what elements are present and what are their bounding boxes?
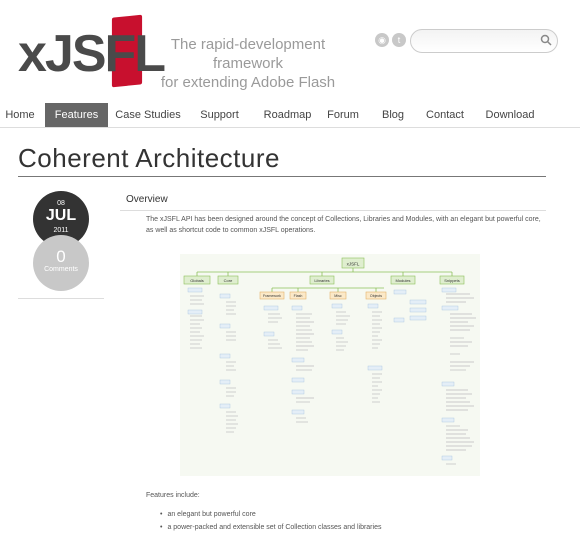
comment-label: Comments bbox=[44, 266, 78, 273]
nav-support[interactable]: Support bbox=[192, 103, 247, 127]
date-day: 08 bbox=[57, 200, 65, 207]
nav-download[interactable]: Download bbox=[480, 103, 540, 127]
diagram-root: xJSFL bbox=[347, 262, 360, 267]
rss-icon[interactable]: ◉ bbox=[375, 33, 389, 47]
nav-features[interactable]: Features bbox=[45, 103, 108, 127]
tagline-line-1: The rapid-development framework bbox=[170, 36, 326, 72]
features-label: Features include: bbox=[146, 492, 200, 499]
section-title: Overview bbox=[126, 194, 168, 205]
diagram-branch-globals: Globals bbox=[190, 278, 204, 283]
sidebar-divider bbox=[18, 298, 104, 299]
date-month: JUL bbox=[45, 207, 77, 224]
site-header: xJSFL The rapid-development framework fo… bbox=[0, 0, 580, 100]
nav-contact[interactable]: Contact bbox=[420, 103, 470, 127]
tagline-line-2: for extending Adobe Flash bbox=[160, 74, 336, 91]
logo-text[interactable]: xJSFL bbox=[18, 28, 166, 80]
twitter-icon[interactable]: t bbox=[392, 33, 406, 47]
search-icon[interactable] bbox=[540, 34, 552, 46]
diagram-sub-misc: Misc bbox=[334, 294, 342, 298]
comment-count: 0 bbox=[56, 247, 66, 266]
features-list: an elegant but powerful core a power-pac… bbox=[160, 508, 381, 534]
comments-badge[interactable]: 0 Comments bbox=[33, 235, 89, 291]
date-year: 2011 bbox=[53, 227, 69, 234]
nav-home[interactable]: Home bbox=[0, 103, 40, 127]
diagram-branch-libraries: Libraries bbox=[314, 278, 329, 283]
nav-roadmap[interactable]: Roadmap bbox=[255, 103, 320, 127]
nav-case-studies[interactable]: Case Studies bbox=[113, 103, 183, 127]
nav-forum[interactable]: Forum bbox=[322, 103, 364, 127]
diagram-sub-objects: Objects bbox=[370, 294, 382, 298]
intro-paragraph: The xJSFL API has been designed around t… bbox=[146, 216, 541, 234]
title-divider bbox=[18, 176, 546, 177]
diagram-sub-framework: Framework bbox=[263, 294, 281, 298]
diagram-sub-flash: Flash bbox=[294, 294, 303, 298]
list-item: a power-packed and extensible set of Col… bbox=[160, 521, 381, 534]
architecture-diagram: xJSFL Globals Core Libraries Modules Sni… bbox=[180, 254, 480, 476]
diagram-branch-modules: Modules bbox=[395, 278, 410, 283]
search-input[interactable] bbox=[410, 29, 558, 53]
page-title: Coherent Architecture bbox=[18, 143, 280, 173]
main-nav: Home Features Case Studies Support Roadm… bbox=[0, 103, 580, 128]
section-header: Overview bbox=[120, 192, 546, 211]
list-item: an elegant but powerful core bbox=[160, 508, 381, 521]
nav-blog[interactable]: Blog bbox=[374, 103, 412, 127]
diagram-branch-core: Core bbox=[224, 278, 233, 283]
tagline: The rapid-development framework for exte… bbox=[148, 35, 348, 92]
diagram-branch-snippets: Snippets bbox=[444, 278, 460, 283]
